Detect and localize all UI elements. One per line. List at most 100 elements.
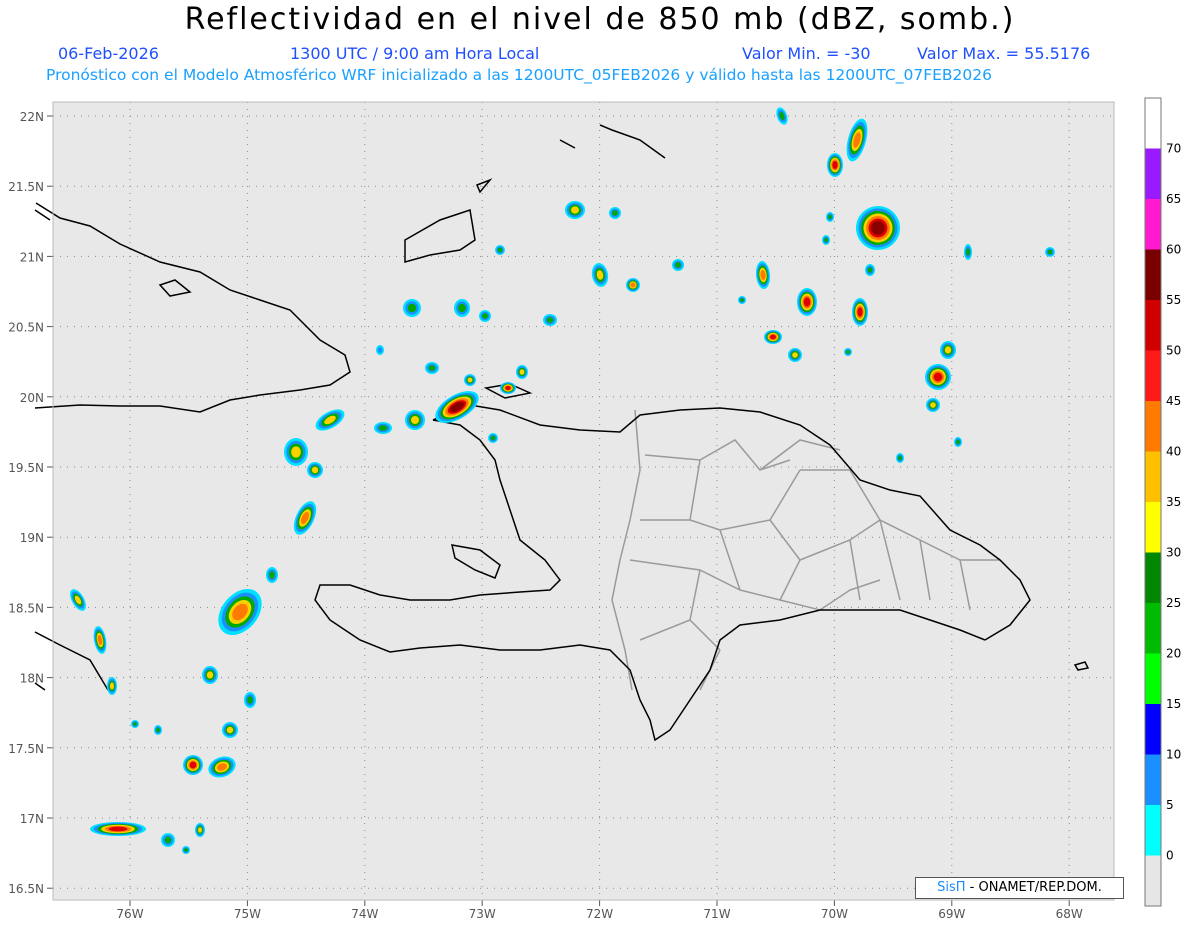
reflectivity-contour — [1047, 249, 1053, 255]
reflectivity-contour — [184, 848, 188, 852]
credit-text: - ONAMET/REP.DOM. — [969, 880, 1102, 895]
colorbar-segment — [1145, 653, 1161, 704]
reflectivity-contour — [378, 425, 388, 431]
lat-label: 21N — [20, 250, 44, 264]
reflectivity-contour — [226, 726, 234, 734]
colorbar-segment — [1145, 754, 1161, 805]
colorbar-tick-label: 55 — [1166, 293, 1181, 307]
longitude-labels: 76W 75W 74W 73W 72W 71W 70W 69W 68W — [116, 900, 1083, 921]
lat-label: 20N — [20, 391, 44, 405]
lat-label: 19.5N — [8, 461, 44, 475]
lon-label: 68W — [1056, 907, 1083, 921]
reflectivity-contour — [966, 248, 970, 256]
colorbar-segment — [1145, 704, 1161, 755]
lat-label: 16.5N — [8, 882, 44, 896]
reflectivity-contour — [828, 214, 832, 220]
reflectivity-contour — [482, 313, 488, 319]
colorbar-tick-label: 10 — [1166, 748, 1181, 762]
reflectivity-contour — [428, 365, 436, 371]
colorbar-segment — [1145, 401, 1161, 452]
reflectivity-contour — [867, 267, 873, 273]
lon-label: 72W — [586, 907, 613, 921]
lat-label: 18.5N — [8, 601, 44, 615]
colorbar-segment — [1145, 350, 1161, 401]
reflectivity-contour — [832, 161, 838, 169]
colorbar-segment — [1145, 98, 1161, 149]
reflectivity-contour — [110, 682, 114, 690]
reflectivity-contour — [612, 210, 618, 216]
reflectivity-contour — [792, 352, 798, 358]
lon-label: 76W — [116, 907, 143, 921]
reflectivity-contour — [770, 334, 776, 340]
reflectivity-contour — [311, 466, 319, 474]
colorbar-tick-label: 5 — [1166, 798, 1174, 812]
colorbar-segment — [1145, 855, 1161, 906]
lat-label: 17N — [20, 812, 44, 826]
reflectivity-contour — [571, 206, 579, 214]
latitude-labels: 22N 21.5N 21N 20.5N 20N 19.5N 19N 18.5N 18N 17.5N… — [8, 110, 53, 896]
sispi-logo: SisΠ — [937, 880, 966, 895]
reflectivity-contour — [857, 307, 863, 317]
colorbar-tick-label: 30 — [1166, 546, 1181, 560]
reflectivity-contour — [189, 761, 197, 769]
colorbar-tick-label: 40 — [1166, 445, 1181, 459]
reflectivity-contour — [108, 826, 128, 832]
colorbar-tick-label: 15 — [1166, 697, 1181, 711]
reflectivity-contour — [247, 696, 253, 704]
colorbar-segment — [1145, 451, 1161, 502]
lon-label: 69W — [938, 907, 965, 921]
map-background — [53, 102, 1114, 900]
lon-label: 75W — [234, 907, 261, 921]
reflectivity-contour — [630, 282, 636, 288]
lon-label: 70W — [821, 907, 848, 921]
reflectivity-contour — [803, 297, 811, 307]
colorbar-tick-label: 65 — [1166, 192, 1181, 206]
lat-label: 20.5N — [8, 321, 44, 335]
lat-label: 21.5N — [8, 180, 44, 194]
reflectivity-contour — [956, 439, 960, 445]
reflectivity-contour — [675, 262, 681, 268]
reflectivity-contour — [291, 446, 301, 458]
reflectivity-contour — [930, 402, 936, 408]
reflectivity-contour — [490, 435, 496, 441]
reflectivity-contour — [846, 350, 850, 354]
reflectivity-contour — [458, 303, 466, 313]
colorbar-segment — [1145, 502, 1161, 553]
colorbar-tick-label: 50 — [1166, 344, 1181, 358]
colorbar-tick-label: 0 — [1166, 849, 1174, 863]
colorbar-tick-label: 35 — [1166, 495, 1181, 509]
colorbar: 7065605550454035302520151050 — [1144, 97, 1181, 907]
colorbar-tick-label: 60 — [1166, 243, 1181, 257]
reflectivity-contour — [467, 377, 473, 383]
colorbar-segment — [1145, 148, 1161, 199]
reflectivity-contour — [497, 247, 503, 253]
lat-label: 19N — [20, 531, 44, 545]
colorbar-tick-label: 20 — [1166, 647, 1181, 661]
lat-label: 17.5N — [8, 742, 44, 756]
colorbar-segment — [1145, 552, 1161, 603]
reflectivity-contour — [505, 386, 511, 390]
colorbar-tick-label: 45 — [1166, 394, 1181, 408]
reflectivity-contour — [740, 298, 744, 302]
colorbar-segment — [1145, 805, 1161, 856]
colorbar-tick-label: 25 — [1166, 596, 1181, 610]
reflectivity-contour — [407, 303, 417, 313]
lon-label: 71W — [703, 907, 730, 921]
reflectivity-contour — [944, 346, 952, 354]
lat-label: 22N — [20, 110, 44, 124]
colorbar-segment — [1145, 249, 1161, 300]
colorbar-segment — [1145, 603, 1161, 654]
colorbar-segment — [1145, 300, 1161, 351]
reflectivity-contour — [546, 317, 554, 323]
reflectivity-contour — [519, 369, 525, 375]
colorbar-tick-label: 70 — [1166, 142, 1181, 156]
reflectivity-contour — [156, 727, 160, 733]
reflectivity-contour — [269, 571, 275, 579]
lon-label: 74W — [351, 907, 378, 921]
reflectivity-contour — [898, 455, 902, 461]
reflectivity-contour — [198, 827, 202, 833]
reflectivity-contour — [377, 347, 383, 353]
reflectivity-contour — [824, 237, 828, 243]
credit-box: SisΠ - ONAMET/REP.DOM. — [915, 877, 1124, 899]
lon-label: 73W — [469, 907, 496, 921]
